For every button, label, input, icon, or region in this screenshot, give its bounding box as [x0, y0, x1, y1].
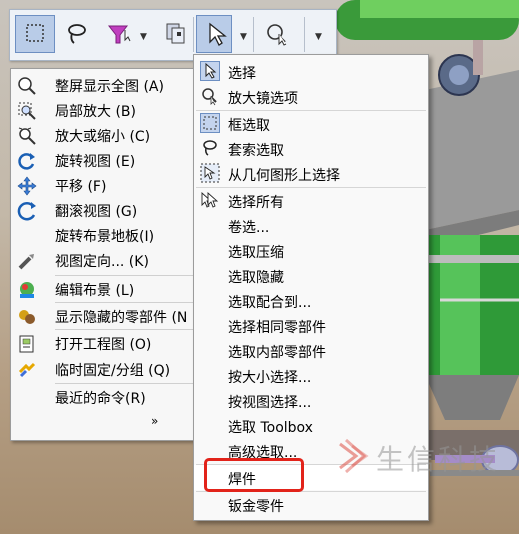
box-select-icon: [200, 113, 220, 133]
select-arrow-icon: [209, 22, 227, 46]
lasso-icon: [203, 140, 217, 156]
submenu-item-select-hidden[interactable]: 选取隐藏: [194, 263, 428, 288]
filter-select-button[interactable]: [100, 15, 136, 53]
menu-item-view-orientation[interactable]: 视图定向... (K): [11, 248, 199, 273]
zoom-to-fit-icon: [18, 77, 36, 95]
box-select-icon: [26, 24, 44, 42]
select-all-icon: [201, 191, 219, 208]
toolbar-separator: [253, 17, 254, 52]
lasso-icon: [68, 24, 86, 44]
menu-separator: [55, 275, 199, 276]
rotate-view-icon: [18, 153, 35, 170]
magnifier-select-button[interactable]: [258, 15, 294, 53]
menu-item-rotate-scene-floor[interactable]: 旋转布景地板(I): [11, 223, 199, 248]
select-arrow-icon: [200, 61, 220, 81]
menu-separator: [55, 383, 199, 384]
chevron-down-icon: »: [151, 414, 159, 428]
menu-separator: [55, 329, 199, 330]
select-other-button[interactable]: [157, 15, 191, 53]
toolbar-separator: [193, 17, 194, 52]
view-orientation-icon: [18, 254, 34, 270]
submenu-item-volume-select[interactable]: 卷选...: [194, 213, 428, 238]
select-other-icon: [166, 23, 185, 44]
submenu-item-magnifier-options[interactable]: 放大镜选项: [194, 84, 428, 109]
submenu-item-select-internal-components[interactable]: 选取内部零部件: [194, 338, 428, 363]
submenu-item-select-toolbox[interactable]: 选取 Toolbox: [194, 413, 428, 438]
submenu-item-box-select[interactable]: 框选取: [194, 111, 428, 136]
submenu-item-sheet-metal[interactable]: 钣金零件: [194, 492, 428, 517]
zoom-area-icon: [18, 102, 36, 120]
menu-item-recent-commands[interactable]: 最近的命令(R): [11, 385, 199, 410]
menu-item-temp-fix-group[interactable]: 临时固定/分组 (Q): [11, 357, 199, 382]
filter-dropdown-arrow[interactable]: ▼: [140, 32, 147, 42]
zoom-in-out-icon: [18, 127, 36, 145]
pan-icon: [17, 176, 37, 196]
magnifier-select-icon: [267, 24, 287, 46]
menu-item-open-drawing[interactable]: 打开工程图 (O): [11, 331, 199, 356]
submenu-item-select-by-view[interactable]: 按视图选择...: [194, 388, 428, 413]
menu-expand-button[interactable]: »: [11, 414, 199, 434]
menu-item-zoom-area[interactable]: 局部放大 (B): [11, 98, 199, 123]
submenu-item-select-all[interactable]: 选择所有: [194, 188, 428, 213]
submenu-item-select-suppressed[interactable]: 选取压缩: [194, 238, 428, 263]
view-context-menu: 整屏显示全图 (A) 局部放大 (B) 放大或缩小 (C) 旋转视图 (E) 平…: [10, 68, 200, 441]
submenu-item-select-over-geometry[interactable]: 从几何图形上选择: [194, 161, 428, 186]
highlight-annotation-box: [204, 458, 304, 492]
submenu-item-select[interactable]: 选择: [194, 59, 428, 84]
box-select-button[interactable]: [15, 15, 55, 53]
watermark-text: 生信科技: [376, 443, 501, 476]
menu-item-roll-view[interactable]: 翻滚视图 (G): [11, 198, 199, 223]
filter-select-icon: [107, 25, 131, 44]
menu-item-pan[interactable]: 平移 (F): [11, 173, 199, 198]
menu-item-edit-scene[interactable]: 编辑布景 (L): [11, 277, 199, 302]
show-hidden-components-icon: [19, 310, 35, 324]
roll-view-icon: [17, 201, 36, 221]
submenu-item-select-identical-components[interactable]: 选择相同零部件: [194, 313, 428, 338]
watermark: 生信科技: [336, 436, 519, 480]
menu-item-show-hidden-components[interactable]: 显示隐藏的零部件 (N: [11, 304, 199, 329]
menu-separator: [55, 302, 199, 303]
edit-scene-icon: [20, 282, 34, 298]
menu-item-rotate-view[interactable]: 旋转视图 (E): [11, 148, 199, 173]
toolbar-overflow-arrow[interactable]: ▼: [315, 32, 322, 42]
menu-item-zoom-in-out[interactable]: 放大或缩小 (C): [11, 123, 199, 148]
submenu-item-select-mated-to[interactable]: 选取配合到...: [194, 288, 428, 313]
lasso-select-button[interactable]: [57, 15, 95, 53]
menu-item-zoom-to-fit[interactable]: 整屏显示全图 (A): [11, 73, 199, 98]
select-tool-button[interactable]: [196, 15, 232, 53]
toolbar-separator: [304, 17, 305, 52]
submenu-item-select-by-size[interactable]: 按大小选择...: [194, 363, 428, 388]
watermark-logo-icon: [339, 438, 369, 474]
open-drawing-icon: [19, 335, 34, 353]
select-over-geometry-icon: [200, 163, 220, 183]
magnifier-select-icon: [202, 88, 217, 106]
temp-fix-group-icon: [18, 362, 36, 378]
submenu-item-lasso-select[interactable]: 套索选取: [194, 136, 428, 161]
select-tool-dropdown-arrow[interactable]: ▼: [240, 32, 247, 42]
